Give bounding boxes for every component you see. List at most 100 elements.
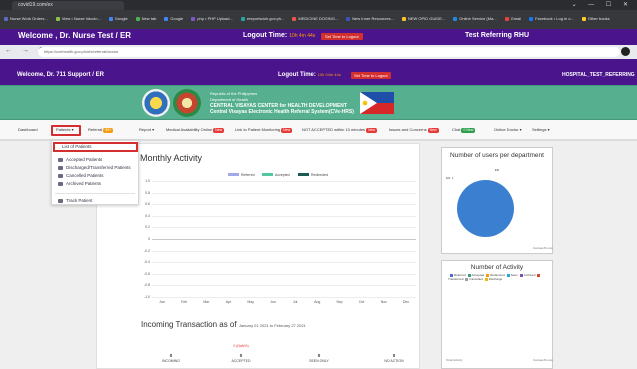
- bookmark-item[interactable]: Other books: [581, 16, 610, 21]
- y-gridline: [152, 262, 416, 264]
- legend-swatch: [262, 173, 273, 176]
- bookmark-icon: [453, 17, 458, 21]
- bookmark-item[interactable]: php • PHP Upload...: [191, 16, 233, 21]
- nav-item-label: Settings ▾: [532, 127, 550, 132]
- x-tick-label: Mar: [203, 300, 210, 304]
- bookmark-item[interactable]: New Inner Resources...: [346, 16, 394, 21]
- transaction-range: January 01 2021 to February 27 2021: [238, 323, 306, 328]
- bookmark-item[interactable]: Google: [164, 16, 183, 21]
- patients-menu-icon: [58, 182, 63, 186]
- x-tick-label: Jun: [270, 300, 276, 304]
- legend-swatch: [506, 273, 510, 277]
- y-gridline: [152, 204, 416, 206]
- bookmark-label: php • PHP Upload...: [197, 16, 233, 21]
- patients-menu-item-list-of-patients[interactable]: List of Patients: [62, 144, 92, 149]
- bookmark-label: New tab: [141, 16, 157, 21]
- nav-item-label: Issues and Concerns: [389, 127, 427, 132]
- bookmark-item[interactable]: View • Nurse Vaccin...: [55, 16, 101, 21]
- bookmark-icon: [164, 17, 169, 21]
- set-logout-button[interactable]: Set Time to Logout: [351, 72, 391, 79]
- nav-item-label: NOT ACCEPTED within 10 minutes: [302, 127, 366, 132]
- nav-item-link-to-patient-monitoring[interactable]: Link to Patient Monitoring New: [235, 127, 293, 133]
- x-tick-label: Sep: [336, 300, 343, 304]
- browser-tab[interactable]: covid19.com/ex: [12, 1, 124, 10]
- stat-value: 0: [169, 353, 173, 358]
- nav-item-chat[interactable]: Chat 0 New: [452, 127, 476, 133]
- bookmark-icon: [135, 17, 140, 21]
- bookmark-item[interactable]: Online Service (Ma...: [453, 16, 497, 21]
- activity-legend-item: Discharge: [483, 277, 502, 281]
- nav-item-report[interactable]: Report ▾: [139, 127, 154, 132]
- patients-menu-label: Discharged/Transferred Patients: [66, 165, 131, 170]
- transaction-title-text: Incoming Transaction as of: [141, 320, 237, 329]
- nav-item-not-accepted-within-10-minutes[interactable]: NOT ACCEPTED within 10 minutes New: [302, 127, 378, 133]
- patients-menu-item-accepted-patients[interactable]: Accepted Patients: [58, 157, 102, 162]
- nav-item-settings[interactable]: Settings ▾: [532, 127, 550, 132]
- bookmark-item[interactable]: NEW OPID GUIDE...: [401, 16, 445, 21]
- bookmark-item[interactable]: Google: [108, 16, 128, 21]
- dropdown-divider: [55, 193, 135, 194]
- patients-menu-label: Accepted Patients: [66, 157, 103, 162]
- activity-legend-item: Archived: [518, 273, 535, 277]
- logout-time: 10h 04m 44s: [317, 72, 341, 77]
- nav-item-issues-and-concerns[interactable]: Issues and Concerns New: [389, 127, 439, 133]
- bookmark-item[interactable]: MEDICINE DOSING...: [292, 16, 338, 21]
- total-activity-label: Total Activity: [446, 358, 463, 362]
- bookmark-icon: [240, 17, 245, 21]
- y-tick-label: 0.6: [145, 202, 150, 207]
- users-per-department-title: Number of users per department: [450, 152, 544, 159]
- nav-item-online-doctor[interactable]: Online Doctor ▾: [494, 127, 522, 132]
- y-gridline: [152, 227, 416, 229]
- bookmark-item[interactable]: Gmail: [504, 16, 521, 21]
- bookmark-label: Google: [170, 16, 184, 21]
- bookmark-item[interactable]: Nurse Work Orders...: [4, 16, 48, 21]
- users-per-department-legend: ER: [494, 168, 500, 172]
- patients-menu-item-cancelled-patients[interactable]: Cancelled Patients: [58, 173, 104, 178]
- bookmark-item[interactable]: New tab: [135, 16, 157, 21]
- profile-icon[interactable]: [621, 47, 630, 56]
- patients-menu-label: Cancelled Patients: [66, 173, 104, 178]
- chart-credit: CanvasJS.com: [533, 358, 554, 362]
- nav-item-label: Referral: [88, 127, 103, 132]
- doh-seal-logo: [142, 89, 170, 117]
- stat-value: 0: [392, 353, 396, 358]
- bookmark-icon: [4, 17, 8, 21]
- set-logout-button[interactable]: Set Time to Logout: [321, 33, 363, 40]
- main-nav-bar: Dashboard Patients ▾ Referral 99+ Report ▾ Me…: [0, 120, 637, 140]
- bookmark-icon: [401, 17, 406, 21]
- nav-item-label: Medical Availability Online: [166, 127, 213, 132]
- bookmark-icon: [504, 17, 509, 21]
- address-bar[interactable]: https://cvehealth.gov.ph/ehi/referral/do…: [38, 47, 620, 57]
- y-tick-label: 0: [148, 237, 150, 241]
- legend-swatch: [519, 273, 523, 277]
- logout-timer: Logout Time: 10h 4m 44s: [243, 32, 315, 39]
- nav-item-label: Chat: [452, 127, 461, 132]
- window-controls[interactable]: ⌄ — ☐ ✕: [572, 1, 633, 8]
- nav-item-label: Dashboard: [18, 127, 38, 132]
- y-gridline: [152, 285, 416, 287]
- patients-menu-item-archived-patients[interactable]: Archived Patients: [58, 181, 101, 186]
- bookmark-label: ereportsdoh.gov.ph...: [246, 16, 285, 21]
- outer-tab-strip: covid19.com/ex ⌄ — ☐ ✕: [0, 0, 637, 10]
- y-gridline: [152, 239, 416, 240]
- legend-swatch: [228, 173, 239, 176]
- bookmark-label: MEDICINE DOSING...: [298, 16, 339, 21]
- app-header: Welcome, Dr. 711 Support / ER Logout Tim…: [0, 59, 637, 85]
- patients-menu-icon: [58, 166, 63, 170]
- y-gridline: [152, 181, 416, 182]
- banner-text: Republic of the Philippines Department o…: [210, 91, 354, 115]
- patients-menu-item-discharged-transferred-patients[interactable]: Discharged/Transferred Patients: [58, 165, 131, 170]
- y-gridline: [152, 215, 416, 217]
- bookmark-label: View • Nurse Vaccin...: [61, 16, 101, 21]
- bookmark-item[interactable]: Facebook • Log in o...: [529, 16, 574, 21]
- patients-menu-item-track-patient[interactable]: Track Patient: [58, 198, 92, 203]
- activity-legend-item: Seen: [505, 273, 518, 277]
- stat-label: SEEN ONLY: [309, 359, 329, 363]
- bookmark-item[interactable]: ereportsdoh.gov.ph...: [240, 16, 285, 21]
- y-tick-label: -0.4: [143, 260, 150, 265]
- nav-item-medical-availability-online[interactable]: Medical Availability Online New: [166, 127, 225, 133]
- nav-badge: 99+: [103, 128, 114, 133]
- nav-item-referral[interactable]: Referral 99+: [88, 127, 114, 133]
- nav-item-dashboard[interactable]: Dashboard: [18, 127, 38, 132]
- facility-name: Test Referring RHU: [465, 32, 530, 39]
